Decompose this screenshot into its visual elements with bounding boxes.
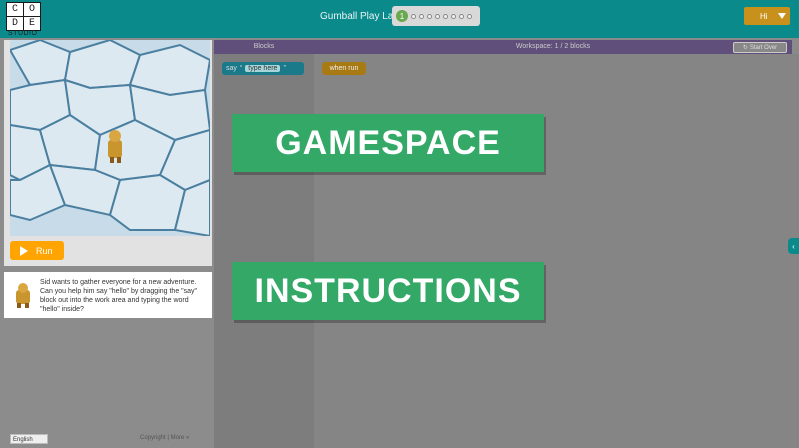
language-select[interactable]: English [10,434,48,444]
level-dot[interactable] [435,13,440,19]
level-dot[interactable] [459,13,464,19]
instructions-banner: INSTRUCTIONS [232,262,544,320]
logo-letter: C [6,2,24,17]
level-dot[interactable] [419,13,424,19]
footer: English Copyright | More » [0,430,214,448]
toolbox-header: Blocks [214,40,314,54]
start-over-button[interactable]: ↻ Start Over [733,42,787,53]
say-block[interactable]: say “ type here ” [222,62,304,75]
ice-floor-image [10,40,210,236]
quote-close: ” [283,65,286,72]
quote-open: “ [239,65,243,72]
page-title: Gumball Play Lab [320,11,399,22]
logo-letter: O [23,2,41,17]
say-label: say [226,65,237,72]
character-icon [16,283,30,308]
level-dot[interactable] [451,13,456,19]
level-progress: 1 [392,6,480,26]
logo-letter: E [23,16,41,31]
level-dot[interactable] [427,13,432,19]
play-icon [20,245,28,256]
user-menu-button[interactable]: Hi [744,7,790,25]
say-text-field[interactable]: type here [245,65,281,72]
instructions-text: Sid wants to gather everyone for a new a… [40,279,198,313]
gamespace-banner: GAMESPACE [232,114,544,172]
level-dot[interactable] [467,13,472,19]
logo-letter: D [6,16,24,31]
game-area[interactable] [4,40,212,266]
copyright-link[interactable]: Copyright [140,435,166,441]
level-dot[interactable] [411,13,416,19]
logo-subtitle: STUDIO [8,30,38,37]
when-run-block[interactable]: when run [322,62,366,75]
current-level-dot[interactable]: 1 [396,10,408,22]
run-button[interactable]: Run [10,241,64,260]
workspace-header: Workspace: 1 / 2 blocks [314,40,792,54]
footer-links: Copyright | More » [140,435,190,441]
run-label: Run [36,245,53,256]
more-link[interactable]: More » [171,435,190,441]
caret-down-icon [777,13,786,19]
chevron-left-icon[interactable]: ‹ [788,238,799,254]
level-dot[interactable] [443,13,448,19]
top-bar: C O D E STUDIO Gumball Play Lab 1 Hi [0,0,799,38]
start-over-label: Start Over [749,44,778,51]
user-menu-label: Hi [760,11,768,21]
refresh-icon: ↻ [742,45,748,51]
instructions-panel: Sid wants to gather everyone for a new a… [4,272,212,318]
